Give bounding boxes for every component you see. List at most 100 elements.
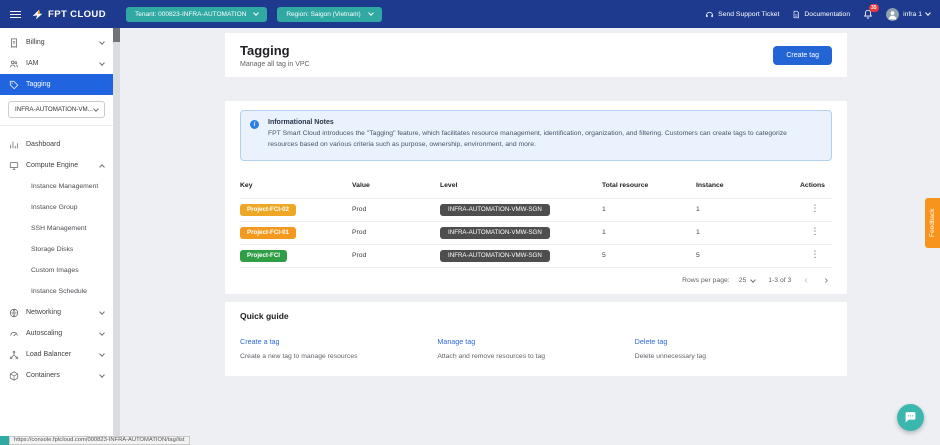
info-content: Informational Notes FPT Smart Cloud intr…	[268, 119, 817, 151]
tag-value: Prod	[352, 252, 440, 259]
chevron-down-icon	[99, 60, 105, 66]
quick-guide-desc: Attach and remove resources to tag	[437, 353, 634, 360]
sidebar-item-iam[interactable]: IAM	[0, 53, 113, 74]
sidebar-subitem-label: Instance Group	[31, 204, 77, 211]
sidebar-item-autoscaling[interactable]: Autoscaling	[0, 323, 113, 344]
main-content: Tagging Manage all tag in VPC Create tag…	[120, 28, 940, 445]
app-window: FPT CLOUD Tenant: 000823-INFRA-AUTOMATIO…	[0, 0, 940, 445]
row-actions-menu[interactable]: ⋮	[811, 251, 820, 260]
prev-page-button[interactable]: ‹	[800, 276, 811, 286]
create-a-tag-link[interactable]: Create a tag	[240, 337, 280, 346]
tag-table-card: i Informational Notes FPT Smart Cloud in…	[225, 101, 847, 294]
column-header-total-resource: Total resource	[602, 182, 696, 189]
load-balancer-icon	[9, 350, 19, 360]
sidebar-item-label: Compute Engine	[26, 162, 78, 169]
sidebar-subitem-ssh-management[interactable]: SSH Management	[0, 218, 113, 239]
column-header-level: Level	[440, 182, 602, 189]
status-accent-square	[0, 436, 9, 445]
notifications-button[interactable]: 35	[863, 9, 873, 19]
tag-total-resource: 1	[602, 229, 696, 236]
brand-text: FPT CLOUD	[48, 9, 106, 20]
sidebar-item-load-balancer[interactable]: Load Balancer	[0, 344, 113, 365]
tag-total-resource: 5	[602, 252, 696, 259]
support-ticket-button[interactable]: Send Support Ticket	[705, 10, 779, 19]
sidebar-item-tagging[interactable]: Tagging	[0, 74, 113, 95]
table-header-row: Key Value Level Total resource Instance …	[240, 174, 832, 198]
quick-guide-item: Manage tag Attach and remove resources t…	[437, 331, 634, 360]
chevron-up-icon	[99, 164, 105, 170]
chevron-down-icon	[99, 330, 105, 336]
sidebar-item-label: Tagging	[26, 81, 51, 88]
fpt-logo-icon	[31, 8, 44, 21]
quick-guide: Quick guide Create a tag Create a new ta…	[225, 302, 847, 376]
tag-key-badge[interactable]: Project-FCI-01	[240, 227, 296, 239]
sidebar-subitem-custom-images[interactable]: Custom Images	[0, 260, 113, 281]
quick-guide-desc: Delete unnecessary tag	[635, 353, 832, 360]
chevron-down-icon	[925, 10, 931, 16]
tag-value: Prod	[352, 206, 440, 213]
sidebar-subitem-storage-disks[interactable]: Storage Disks	[0, 239, 113, 260]
sidebar-item-networking[interactable]: Networking	[0, 302, 113, 323]
sidebar-scrollbar[interactable]	[113, 28, 120, 445]
sidebar-item-label: Dashboard	[26, 141, 60, 148]
chevron-down-icon	[99, 39, 105, 45]
documentation-button[interactable]: Documentation	[792, 10, 850, 19]
region-selector[interactable]: Region: Saigon (Vietnam)	[277, 7, 381, 22]
tag-instance-count: 5	[696, 252, 800, 259]
menu-icon[interactable]	[10, 11, 21, 18]
row-actions-menu[interactable]: ⋮	[811, 205, 820, 214]
scrollbar-thumb[interactable]	[113, 28, 120, 42]
info-title: Informational Notes	[268, 119, 817, 126]
vpc-selector[interactable]: INFRA-AUTOMATION-VM...	[8, 101, 105, 118]
sidebar: Billing IAM Tagging INFRA-AUTOMATION-VM.…	[0, 28, 113, 445]
sidebar-subitem-label: SSH Management	[31, 225, 87, 232]
sidebar-item-label: Containers	[26, 372, 60, 379]
tag-key-badge[interactable]: Project-FCI	[240, 250, 287, 262]
feedback-button[interactable]: Feedback	[925, 198, 940, 248]
chevron-down-icon	[750, 277, 756, 283]
column-header-instance: Instance	[696, 182, 800, 189]
create-tag-button[interactable]: Create tag	[773, 46, 832, 65]
chevron-down-icon	[99, 351, 105, 357]
sidebar-item-dashboard[interactable]: Dashboard	[0, 134, 113, 155]
info-body: FPT Smart Cloud introduces the "Tagging"…	[268, 129, 817, 151]
row-actions-menu[interactable]: ⋮	[811, 228, 820, 237]
column-header-value: Value	[352, 182, 440, 189]
sidebar-subitem-instance-group[interactable]: Instance Group	[0, 197, 113, 218]
sidebar-item-billing[interactable]: Billing	[0, 32, 113, 53]
table-row: Project-FCI Prod INFRA-AUTOMATION-VMW-SG…	[240, 244, 832, 267]
documentation-label: Documentation	[804, 11, 850, 18]
sidebar-subitem-instance-schedule[interactable]: Instance Schedule	[0, 281, 113, 302]
manage-tag-link[interactable]: Manage tag	[437, 337, 475, 346]
chevron-down-icon	[254, 10, 260, 16]
chevron-down-icon	[93, 106, 99, 112]
sidebar-subitem-label: Instance Schedule	[31, 288, 87, 295]
pagination: Rows per page: 25 1-3 of 3 ‹ ›	[240, 267, 832, 294]
sidebar-item-compute-engine[interactable]: Compute Engine	[0, 155, 113, 176]
tag-total-resource: 1	[602, 206, 696, 213]
sidebar-subitem-label: Storage Disks	[31, 246, 73, 253]
delete-tag-link[interactable]: Delete tag	[635, 337, 668, 346]
sidebar-item-label: Autoscaling	[26, 330, 62, 337]
chevron-down-icon	[99, 372, 105, 378]
tag-level-badge: INFRA-AUTOMATION-VMW-SGN	[440, 227, 550, 239]
next-page-button[interactable]: ›	[821, 276, 832, 286]
tag-key-badge[interactable]: Project-FCI-02	[240, 204, 296, 216]
quick-guide-columns: Create a tag Create a new tag to manage …	[240, 331, 832, 360]
sidebar-item-label: Billing	[26, 39, 45, 46]
sidebar-divider	[0, 125, 113, 126]
globe-icon	[9, 308, 19, 318]
user-menu[interactable]: infra 1	[886, 8, 930, 21]
vpc-selector-value: INFRA-AUTOMATION-VM...	[15, 106, 93, 113]
tag-level-badge: INFRA-AUTOMATION-VMW-SGN	[440, 204, 550, 216]
quick-guide-title: Quick guide	[240, 311, 832, 321]
brand-logo[interactable]: FPT CLOUD	[31, 8, 106, 21]
chat-support-button[interactable]	[897, 404, 924, 431]
sidebar-item-containers[interactable]: Containers	[0, 365, 113, 386]
rows-per-page-select[interactable]: 25	[739, 277, 756, 284]
sidebar-subitem-instance-management[interactable]: Instance Management	[0, 176, 113, 197]
users-icon	[9, 59, 19, 69]
tenant-selector[interactable]: Tenant: 000823-INFRA-AUTOMATION	[126, 7, 267, 22]
tag-instance-count: 1	[696, 206, 800, 213]
sidebar-subitem-label: Instance Management	[31, 183, 98, 190]
